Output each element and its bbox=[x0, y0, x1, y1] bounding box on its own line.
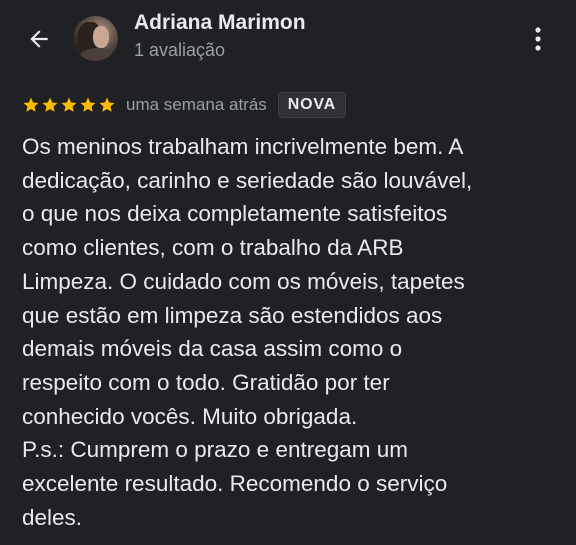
rating-row: uma semana atrás NOVA bbox=[22, 91, 347, 119]
back-button[interactable] bbox=[22, 22, 56, 56]
new-badge: NOVA bbox=[277, 92, 347, 118]
avatar[interactable] bbox=[73, 16, 118, 61]
more-vert-icon bbox=[535, 27, 541, 51]
star-icon bbox=[80, 97, 96, 112]
reviewer-name[interactable]: Adriana Marimon bbox=[134, 11, 306, 35]
star-icon bbox=[99, 97, 115, 112]
star-icon bbox=[23, 97, 39, 112]
review-count: 1 avaliação bbox=[134, 40, 226, 60]
review-date: uma semana atrás bbox=[126, 95, 267, 114]
arrow-back-icon bbox=[30, 30, 48, 48]
star-rating bbox=[22, 96, 116, 114]
more-options-button[interactable] bbox=[525, 24, 551, 54]
review-text: Os meninos trabalham incrivelmente bem. … bbox=[22, 134, 473, 530]
star-icon bbox=[42, 97, 58, 112]
star-icon bbox=[61, 97, 77, 112]
review-screen: Adriana Marimon 1 avaliação uma semana a… bbox=[0, 0, 576, 545]
